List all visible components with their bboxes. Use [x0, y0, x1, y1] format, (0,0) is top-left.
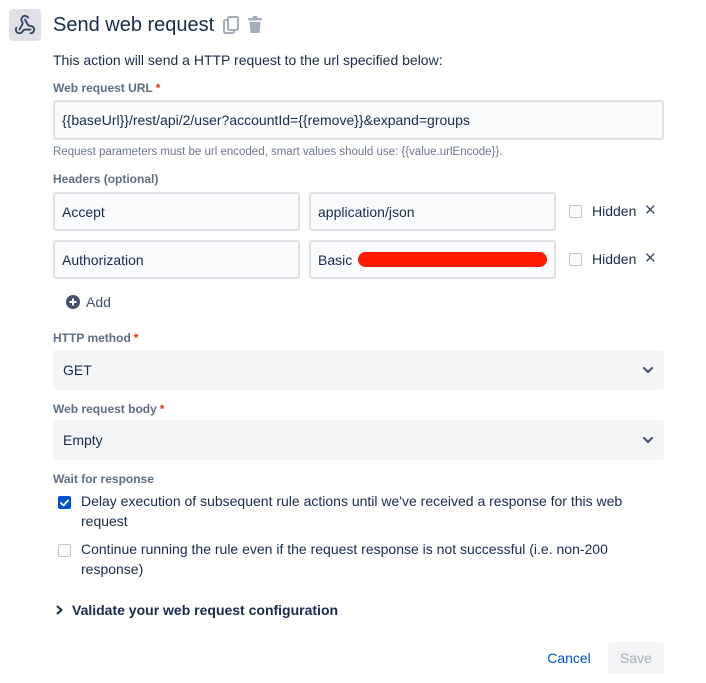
method-selected-value: GET	[63, 362, 92, 378]
delay-checkbox[interactable]	[58, 496, 71, 509]
continue-checkbox[interactable]	[58, 544, 71, 557]
wait-label: Wait for response	[53, 472, 154, 486]
header-value-input[interactable]: Basic	[309, 240, 556, 279]
webhook-icon	[9, 9, 41, 41]
page-title: Send web request	[53, 14, 215, 36]
delay-option-label: Delay execution of subsequent rule actio…	[81, 493, 623, 529]
header-value-text: Basic	[318, 251, 353, 268]
hidden-checkbox[interactable]	[569, 253, 582, 266]
add-header-button[interactable]: Add	[66, 294, 111, 310]
headers-label: Headers (optional)	[53, 172, 159, 186]
url-input[interactable]: {{baseUrl}}/rest/api/2/user?accountId={{…	[53, 100, 664, 140]
close-icon: ✕	[644, 250, 657, 267]
body-select[interactable]: Empty	[53, 420, 664, 460]
header-key-input[interactable]: Accept	[53, 192, 300, 231]
url-helper-text: Request parameters must be url encoded, …	[53, 146, 503, 158]
header-key-input[interactable]: Authorization	[53, 240, 300, 279]
validate-label: Validate your web request configuration	[72, 602, 339, 618]
method-select[interactable]: GET	[53, 350, 664, 390]
remove-header-button[interactable]: ✕	[644, 202, 657, 220]
continue-option-label: Continue running the rule even if the re…	[81, 541, 608, 577]
save-button[interactable]: Save	[608, 642, 664, 674]
url-label: Web request URL *	[53, 81, 161, 95]
hidden-checkbox[interactable]	[569, 205, 582, 218]
header-value-input[interactable]: application/json	[309, 192, 556, 231]
add-label: Add	[86, 294, 111, 310]
hidden-label: Hidden	[592, 203, 637, 219]
copy-icon[interactable]	[222, 15, 240, 35]
add-circle-icon	[66, 295, 80, 309]
checkmark-icon	[60, 499, 69, 506]
validate-expander[interactable]: Validate your web request configuration	[56, 602, 338, 618]
redaction-mark	[358, 252, 547, 267]
chevron-down-icon	[642, 366, 654, 374]
method-label: HTTP method *	[53, 331, 139, 345]
body-selected-value: Empty	[63, 432, 103, 448]
chevron-right-icon	[56, 605, 63, 615]
remove-header-button[interactable]: ✕	[644, 250, 657, 268]
page-description: This action will send a HTTP request to …	[53, 52, 443, 68]
cancel-button[interactable]: Cancel	[539, 642, 599, 674]
body-label: Web request body *	[53, 402, 165, 416]
chevron-down-icon	[642, 436, 654, 444]
hidden-label: Hidden	[592, 251, 637, 267]
close-icon: ✕	[644, 202, 657, 219]
trash-icon[interactable]	[246, 15, 264, 35]
